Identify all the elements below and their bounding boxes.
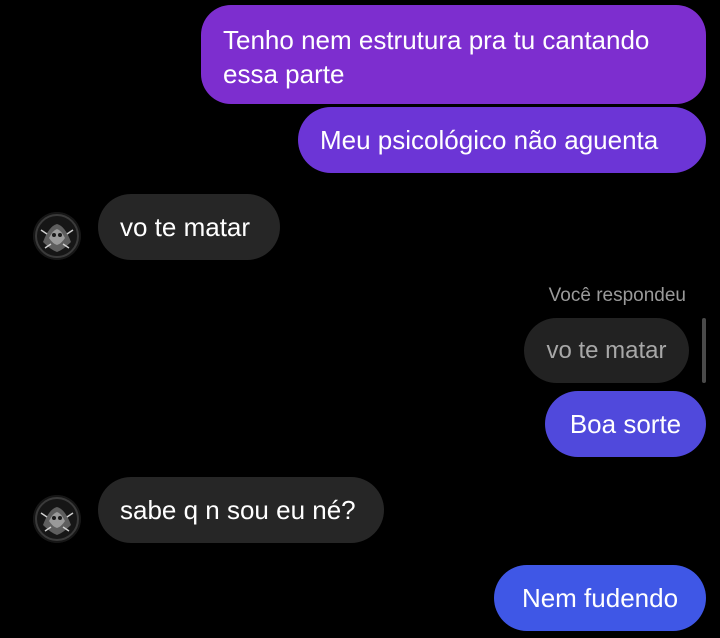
reply-label: Você respondeu	[548, 285, 686, 306]
sent-message-bubble[interactable]: Boa sorte	[545, 391, 706, 457]
sent-message-bubble[interactable]: Nem fudendo	[494, 565, 706, 631]
avatar-image-icon	[33, 495, 81, 543]
sent-message-bubble[interactable]: Meu psicológico não aguenta	[298, 107, 706, 173]
contact-avatar[interactable]	[33, 495, 81, 543]
avatar-image-icon	[33, 212, 81, 260]
received-message-bubble[interactable]: vo te matar	[98, 194, 280, 260]
contact-avatar[interactable]	[33, 212, 81, 260]
sent-message-bubble[interactable]: Tenho nem estrutura pra tu cantando essa…	[201, 5, 706, 104]
quoted-reply-bubble[interactable]: vo te matar	[524, 318, 689, 383]
received-message-bubble[interactable]: sabe q n sou eu né?	[98, 477, 384, 543]
reply-indicator-bar	[702, 318, 706, 383]
